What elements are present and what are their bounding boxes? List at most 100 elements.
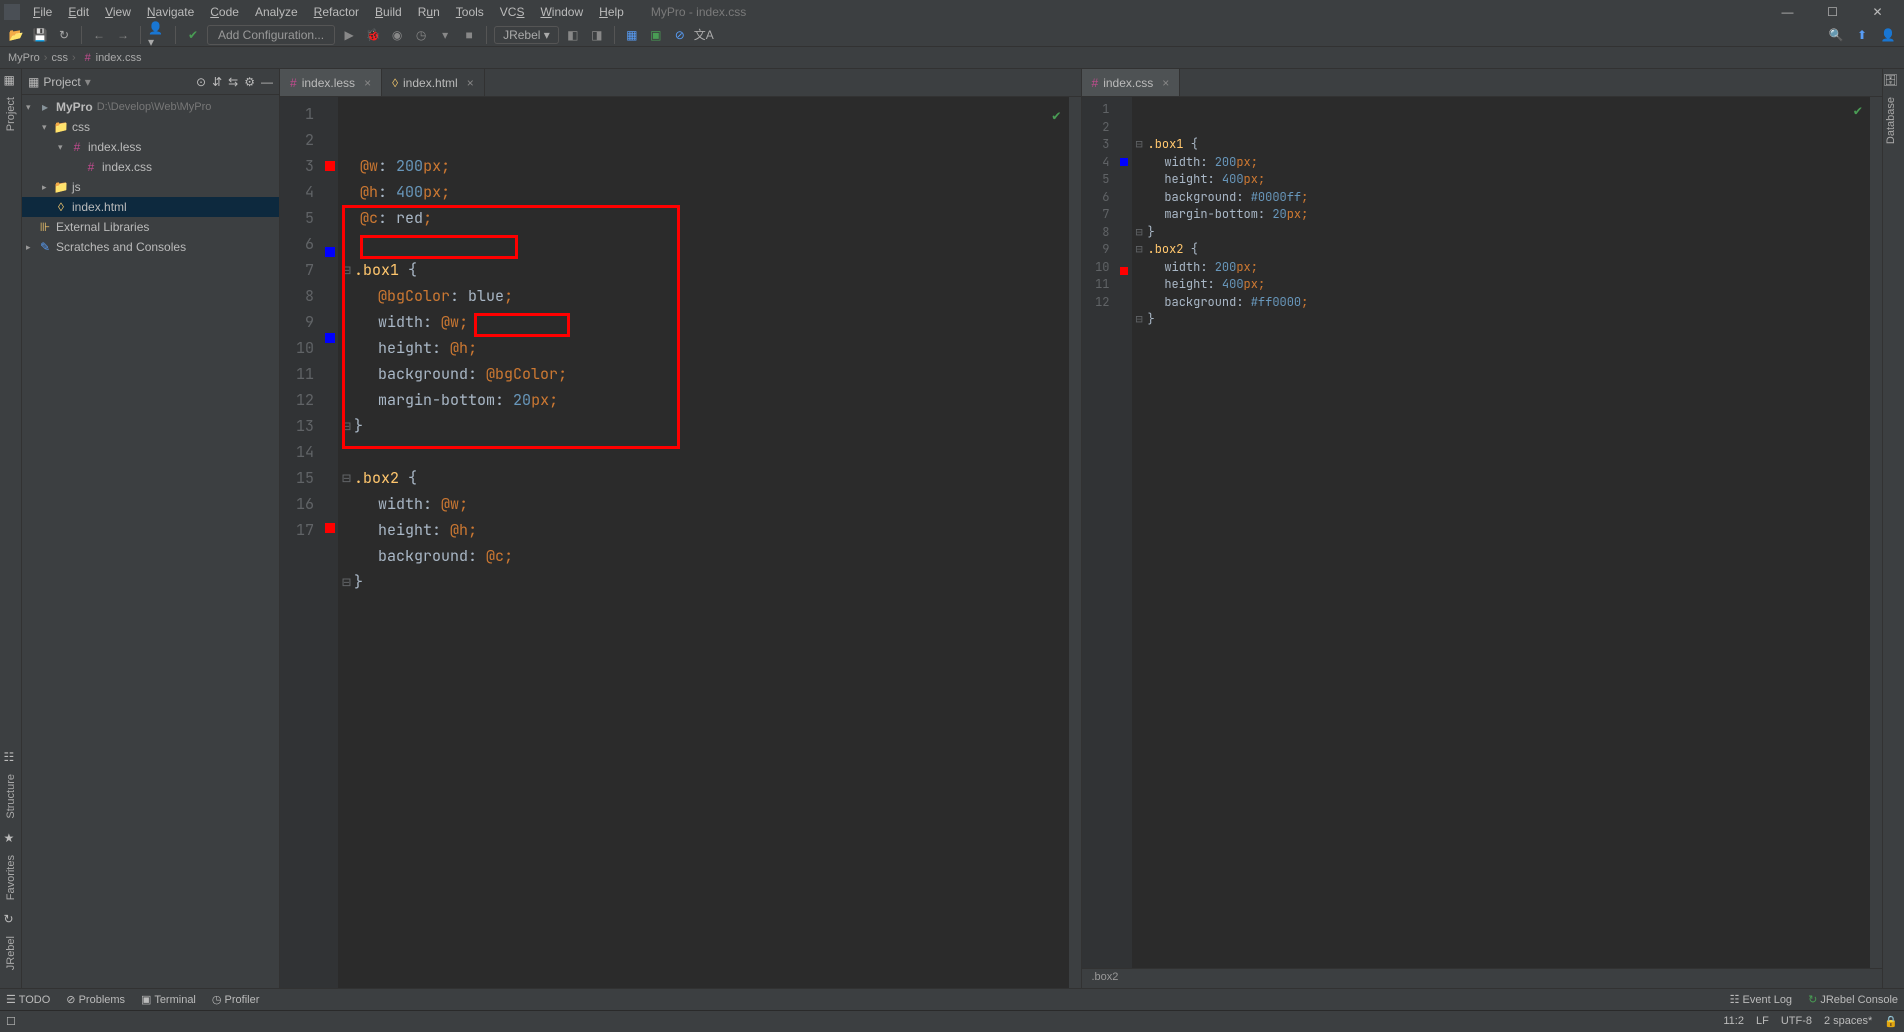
menu-edit[interactable]: Edit — [61, 3, 96, 21]
translate-icon[interactable]: 文A — [694, 25, 714, 45]
tab-index-less[interactable]: # index.less × — [280, 69, 382, 96]
forward-icon[interactable]: → — [113, 25, 133, 45]
favorites-tool-icon[interactable]: ★ — [4, 831, 18, 845]
sync-icon[interactable]: ↻ — [54, 25, 74, 45]
problems-tab[interactable]: ⊘ Problems — [66, 993, 125, 1006]
menu-view[interactable]: View — [98, 3, 138, 21]
project-panel: ▦ Project ▾ ⊙ ⇵ ⇆ ⚙ — ▾ ▸ MyPro D:\Devel… — [22, 69, 280, 988]
close-icon[interactable]: × — [467, 76, 474, 90]
tab-index-css[interactable]: # index.css × — [1082, 69, 1181, 96]
menu-tools[interactable]: Tools — [449, 3, 491, 21]
database-tool-icon[interactable]: 🗄 — [1883, 73, 1897, 87]
breadcrumb-item[interactable]: css — [51, 52, 68, 64]
update-icon[interactable]: ⬆ — [1852, 25, 1872, 45]
project-tree[interactable]: ▾ ▸ MyPro D:\Develop\Web\MyPro ▾ 📁 css ▾… — [22, 95, 279, 259]
project-tool-tab[interactable]: Project — [3, 89, 19, 139]
hide-icon[interactable]: — — [261, 75, 273, 89]
expand-all-icon[interactable]: ⇵ — [212, 75, 222, 89]
debug-icon[interactable]: 🐞 — [363, 25, 383, 45]
menu-run[interactable]: Run — [411, 3, 447, 21]
search-icon[interactable]: 🔍 — [1826, 25, 1846, 45]
less-icon: # — [290, 76, 297, 90]
todo-tab[interactable]: ☰ TODO — [6, 993, 50, 1006]
status-indicator-icon[interactable]: ☐ — [6, 1015, 16, 1028]
close-icon[interactable]: × — [364, 76, 371, 90]
code-editor-right[interactable]: 123456789101112 ⊟.box1 { width: 200px; h… — [1082, 97, 1883, 968]
profile-icon[interactable]: ◷ — [411, 25, 431, 45]
bottom-tool-bar: ☰ TODO ⊘ Problems ▣ Terminal ◷ Profiler … — [0, 988, 1904, 1010]
indent[interactable]: 2 spaces* — [1824, 1015, 1872, 1028]
menu-file[interactable]: File — [26, 3, 59, 21]
cursor-position[interactable]: 11:2 — [1723, 1015, 1744, 1028]
error-stripe[interactable] — [1069, 97, 1081, 988]
back-icon[interactable]: ← — [89, 25, 109, 45]
menu-vcs[interactable]: VCS — [493, 3, 532, 21]
menu-refactor[interactable]: Refactor — [307, 3, 366, 21]
close-button[interactable]: ✕ — [1855, 1, 1900, 23]
maximize-button[interactable]: ☐ — [1810, 1, 1855, 23]
line-ending[interactable]: LF — [1756, 1015, 1769, 1028]
menu-bar: File Edit View Navigate Code Analyze Ref… — [26, 3, 631, 21]
menu-analyze[interactable]: Analyze — [248, 3, 305, 21]
event-log-tab[interactable]: ☷ Event Log — [1730, 993, 1792, 1006]
left-tool-strip: ▦ Project ☷ Structure ★ Favorites ↻ JReb… — [0, 69, 22, 988]
breadcrumb-bar: MyPro › css › # index.css — [0, 47, 1904, 69]
zen-icon[interactable]: ▣ — [646, 25, 666, 45]
tree-row-root[interactable]: ▾ ▸ MyPro D:\Develop\Web\MyPro — [22, 97, 279, 117]
jrebel-console-tab[interactable]: ↻ JRebel Console — [1808, 993, 1898, 1006]
tree-row-scratches[interactable]: ▸ ✎ Scratches and Consoles — [22, 237, 279, 257]
jrebel-tool-tab[interactable]: JRebel — [3, 928, 19, 978]
tree-row-less[interactable]: ▾ # index.less — [22, 137, 279, 157]
grid-icon[interactable]: ▦ — [622, 25, 642, 45]
avatar-icon[interactable]: 👤 — [1878, 25, 1898, 45]
gear-icon[interactable]: ⚙ — [244, 75, 255, 89]
user-icon[interactable]: 👤▾ — [148, 25, 168, 45]
favorites-tool-tab[interactable]: Favorites — [3, 847, 19, 908]
title-bar: File Edit View Navigate Code Analyze Ref… — [0, 0, 1904, 23]
main-toolbar: 📂 💾 ↻ ← → 👤▾ ✔ Add Configuration... ▶ 🐞 … — [0, 23, 1904, 47]
tree-row-extlib[interactable]: ⊪ External Libraries — [22, 217, 279, 237]
chevron-down-icon[interactable]: ▾ — [85, 75, 91, 89]
tree-row-js[interactable]: ▸ 📁 js — [22, 177, 279, 197]
run-icon[interactable]: ▶ — [339, 25, 359, 45]
stop-icon[interactable]: ■ — [459, 25, 479, 45]
hammer-icon[interactable]: ✔ — [183, 25, 203, 45]
encoding[interactable]: UTF-8 — [1781, 1015, 1812, 1028]
open-icon[interactable]: 📂 — [6, 25, 26, 45]
add-configuration-button[interactable]: Add Configuration... — [207, 25, 335, 45]
error-stripe[interactable] — [1870, 97, 1882, 968]
profiler-tab[interactable]: ◷ Profiler — [212, 993, 260, 1006]
tree-row-css[interactable]: ▾ 📁 css — [22, 117, 279, 137]
project-tool-icon[interactable]: ▦ — [4, 73, 18, 87]
select-opened-icon[interactable]: ⊙ — [196, 75, 206, 89]
terminal-tab[interactable]: ▣ Terminal — [141, 993, 196, 1006]
minimize-button[interactable]: — — [1765, 1, 1810, 23]
jrebel-tool-icon[interactable]: ↻ — [4, 912, 18, 926]
save-icon[interactable]: 💾 — [30, 25, 50, 45]
no-icon[interactable]: ⊘ — [670, 25, 690, 45]
structure-tool-tab[interactable]: Structure — [3, 766, 19, 827]
menu-help[interactable]: Help — [592, 3, 631, 21]
menu-code[interactable]: Code — [203, 3, 246, 21]
menu-navigate[interactable]: Navigate — [140, 3, 201, 21]
breadcrumb-item[interactable]: MyPro — [8, 52, 40, 64]
collapse-all-icon[interactable]: ⇆ — [228, 75, 238, 89]
lock-icon[interactable]: 🔒 — [1884, 1015, 1898, 1028]
menu-build[interactable]: Build — [368, 3, 409, 21]
close-icon[interactable]: × — [1162, 76, 1169, 90]
more-run-icon[interactable]: ▾ — [435, 25, 455, 45]
coverage-icon[interactable]: ◉ — [387, 25, 407, 45]
folder-icon: 📁 — [54, 180, 68, 194]
menu-window[interactable]: Window — [533, 3, 590, 21]
structure-tool-icon[interactable]: ☷ — [4, 750, 18, 764]
jrebel-btn1[interactable]: ◧ — [563, 25, 583, 45]
tab-index-html[interactable]: ◊ index.html × — [382, 69, 485, 96]
jrebel-dropdown[interactable]: JRebel ▾ — [494, 26, 559, 44]
database-tool-tab[interactable]: Database — [1883, 89, 1899, 152]
jrebel-btn2[interactable]: ◨ — [587, 25, 607, 45]
code-editor-left[interactable]: 1234567891011121314151617 @w: 200px; @h:… — [280, 97, 1081, 988]
tree-row-css-file[interactable]: # index.css — [22, 157, 279, 177]
breadcrumb-item[interactable]: index.css — [96, 52, 142, 64]
tree-row-html[interactable]: ◊ index.html — [22, 197, 279, 217]
editor-pane-right: # index.css × 123456789101112 ⊟.box1 { w… — [1081, 69, 1883, 988]
